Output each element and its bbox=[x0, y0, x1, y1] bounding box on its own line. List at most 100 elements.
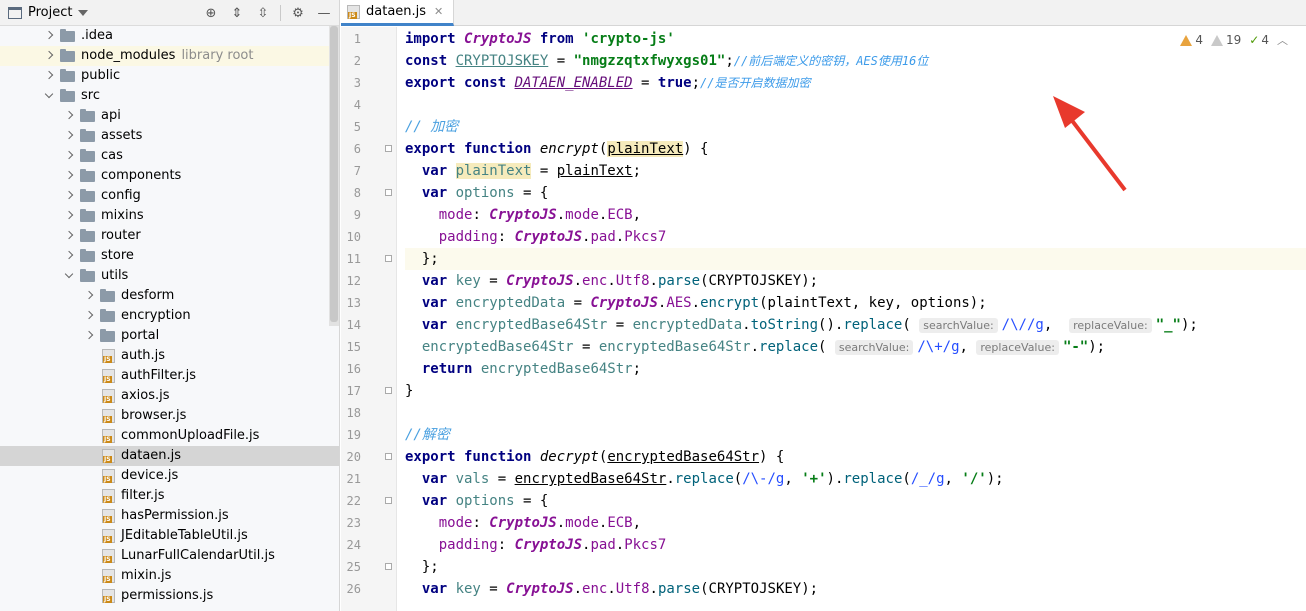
line-number[interactable]: 25 bbox=[341, 556, 361, 578]
fold-marker-icon[interactable] bbox=[385, 145, 392, 152]
chevron-down-icon[interactable] bbox=[64, 266, 74, 286]
line-number[interactable]: 17 bbox=[341, 380, 361, 402]
code-line[interactable]: import CryptoJS from 'crypto-js' bbox=[405, 28, 1306, 50]
code-line[interactable]: }; bbox=[405, 248, 1306, 270]
tree-item[interactable]: LunarFullCalendarUtil.js bbox=[0, 546, 339, 566]
tree-item[interactable]: cas bbox=[0, 146, 339, 166]
code-line[interactable]: var plainText = plainText; bbox=[405, 160, 1306, 182]
line-number[interactable]: 22 bbox=[341, 490, 361, 512]
chevron-right-icon[interactable] bbox=[44, 66, 54, 86]
code-line[interactable]: padding: CryptoJS.pad.Pkcs7 bbox=[405, 534, 1306, 556]
tree-item[interactable]: encryption bbox=[0, 306, 339, 326]
tree-item[interactable]: portal bbox=[0, 326, 339, 346]
line-number[interactable]: 24 bbox=[341, 534, 361, 556]
tree-item[interactable]: utils bbox=[0, 266, 339, 286]
chevron-right-icon[interactable] bbox=[84, 326, 94, 346]
chevron-right-icon[interactable] bbox=[64, 206, 74, 226]
chevron-right-icon[interactable] bbox=[64, 106, 74, 126]
close-icon[interactable]: ✕ bbox=[434, 5, 443, 18]
code-line[interactable]: var encryptedBase64Str = encryptedData.t… bbox=[405, 314, 1306, 336]
fold-marker-icon[interactable] bbox=[385, 387, 392, 394]
line-number[interactable]: 26 bbox=[341, 578, 361, 600]
line-number[interactable]: 6 bbox=[341, 138, 361, 160]
code-line[interactable]: export function decrypt(encryptedBase64S… bbox=[405, 446, 1306, 468]
editor-gutter[interactable]: 1 2 3 4 5 6 7 8 9 10 11 12 13 14 15 16 17 18 19 20 21 22 23 24 2… bbox=[341, 27, 397, 611]
fold-marker-icon[interactable] bbox=[385, 497, 392, 504]
code-line[interactable]: encryptedBase64Str = encryptedBase64Str.… bbox=[405, 336, 1306, 358]
code-line[interactable]: //解密 bbox=[405, 424, 1306, 446]
tree-item[interactable]: auth.js bbox=[0, 346, 339, 366]
tree-item[interactable]: filter.js bbox=[0, 486, 339, 506]
code-line[interactable]: const CRYPTOJSKEY = "nmgzzqtxfwyxgs01";/… bbox=[405, 50, 1306, 72]
tree-item[interactable]: store bbox=[0, 246, 339, 266]
tree-item[interactable]: config bbox=[0, 186, 339, 206]
fold-marker-icon[interactable] bbox=[385, 189, 392, 196]
chevron-right-icon[interactable] bbox=[44, 26, 54, 46]
line-number[interactable]: 16 bbox=[341, 358, 361, 380]
line-number[interactable]: 18 bbox=[341, 402, 361, 424]
inspection-widget[interactable]: 4 19 ✓ 4 ︿ bbox=[1180, 32, 1288, 48]
locate-icon[interactable]: ⊕ bbox=[202, 4, 220, 22]
tree-item[interactable]: components bbox=[0, 166, 339, 186]
line-number[interactable]: 7 bbox=[341, 160, 361, 182]
chevron-right-icon[interactable] bbox=[64, 186, 74, 206]
line-number[interactable]: 10 bbox=[341, 226, 361, 248]
line-number[interactable]: 13 bbox=[341, 292, 361, 314]
line-number[interactable]: 12 bbox=[341, 270, 361, 292]
chevron-right-icon[interactable] bbox=[44, 46, 54, 66]
chevron-right-icon[interactable] bbox=[84, 286, 94, 306]
code-line[interactable]: padding: CryptoJS.pad.Pkcs7 bbox=[405, 226, 1306, 248]
collapse-all-icon[interactable]: ⇳ bbox=[254, 4, 272, 22]
line-number[interactable]: 1 bbox=[341, 28, 361, 50]
hide-icon[interactable]: — bbox=[315, 4, 333, 22]
tree-item[interactable]: hasPermission.js bbox=[0, 506, 339, 526]
code-line[interactable]: } bbox=[405, 380, 1306, 402]
chevron-right-icon[interactable] bbox=[64, 126, 74, 146]
code-line[interactable] bbox=[405, 402, 1306, 424]
code-line[interactable]: var vals = encryptedBase64Str.replace(/\… bbox=[405, 468, 1306, 490]
code-line[interactable]: var key = CryptoJS.enc.Utf8.parse(CRYPTO… bbox=[405, 578, 1306, 600]
tree-item[interactable]: mixin.js bbox=[0, 566, 339, 586]
chevron-right-icon[interactable] bbox=[64, 166, 74, 186]
line-number[interactable]: 11 bbox=[341, 248, 361, 270]
fold-marker-icon[interactable] bbox=[385, 255, 392, 262]
line-number[interactable]: 20 bbox=[341, 446, 361, 468]
line-number[interactable]: 3 bbox=[341, 72, 361, 94]
code-line[interactable]: var options = { bbox=[405, 182, 1306, 204]
line-number[interactable]: 8 bbox=[341, 182, 361, 204]
tree-item[interactable]: dataen.js bbox=[0, 446, 339, 466]
chevron-right-icon[interactable] bbox=[64, 146, 74, 166]
code-line[interactable]: export function encrypt(plainText) { bbox=[405, 138, 1306, 160]
code-line[interactable]: export const DATAEN_ENABLED = true;//是否开… bbox=[405, 72, 1306, 94]
code-line[interactable]: mode: CryptoJS.mode.ECB, bbox=[405, 204, 1306, 226]
code-line[interactable]: var encryptedData = CryptoJS.AES.encrypt… bbox=[405, 292, 1306, 314]
tree-item[interactable]: desform bbox=[0, 286, 339, 306]
tree-item[interactable]: node_modules library root bbox=[0, 46, 339, 66]
tree-item[interactable]: router bbox=[0, 226, 339, 246]
tree-item[interactable]: api bbox=[0, 106, 339, 126]
line-number[interactable]: 5 bbox=[341, 116, 361, 138]
code-line[interactable]: return encryptedBase64Str; bbox=[405, 358, 1306, 380]
weak-warnings-count[interactable]: 19 bbox=[1211, 33, 1241, 47]
tree-item[interactable]: axios.js bbox=[0, 386, 339, 406]
line-number[interactable]: 4 bbox=[341, 94, 361, 116]
chevron-up-icon[interactable]: ︿ bbox=[1277, 32, 1288, 48]
line-number[interactable]: 21 bbox=[341, 468, 361, 490]
code-line[interactable]: var options = { bbox=[405, 490, 1306, 512]
code-line[interactable]: }; bbox=[405, 556, 1306, 578]
warnings-count[interactable]: 4 bbox=[1180, 33, 1203, 47]
line-number[interactable]: 9 bbox=[341, 204, 361, 226]
tree-item[interactable]: .idea bbox=[0, 26, 339, 46]
fold-marker-icon[interactable] bbox=[385, 453, 392, 460]
line-number[interactable]: 2 bbox=[341, 50, 361, 72]
line-number[interactable]: 14 bbox=[341, 314, 361, 336]
code-line[interactable]: mode: CryptoJS.mode.ECB, bbox=[405, 512, 1306, 534]
gear-icon[interactable]: ⚙ bbox=[289, 4, 307, 22]
chevron-down-icon[interactable] bbox=[44, 86, 54, 106]
code-line[interactable]: // 加密 bbox=[405, 116, 1306, 138]
tree-item[interactable]: assets bbox=[0, 126, 339, 146]
tree-item[interactable]: authFilter.js bbox=[0, 366, 339, 386]
line-number[interactable]: 19 bbox=[341, 424, 361, 446]
line-number[interactable]: 23 bbox=[341, 512, 361, 534]
chevron-right-icon[interactable] bbox=[64, 246, 74, 266]
